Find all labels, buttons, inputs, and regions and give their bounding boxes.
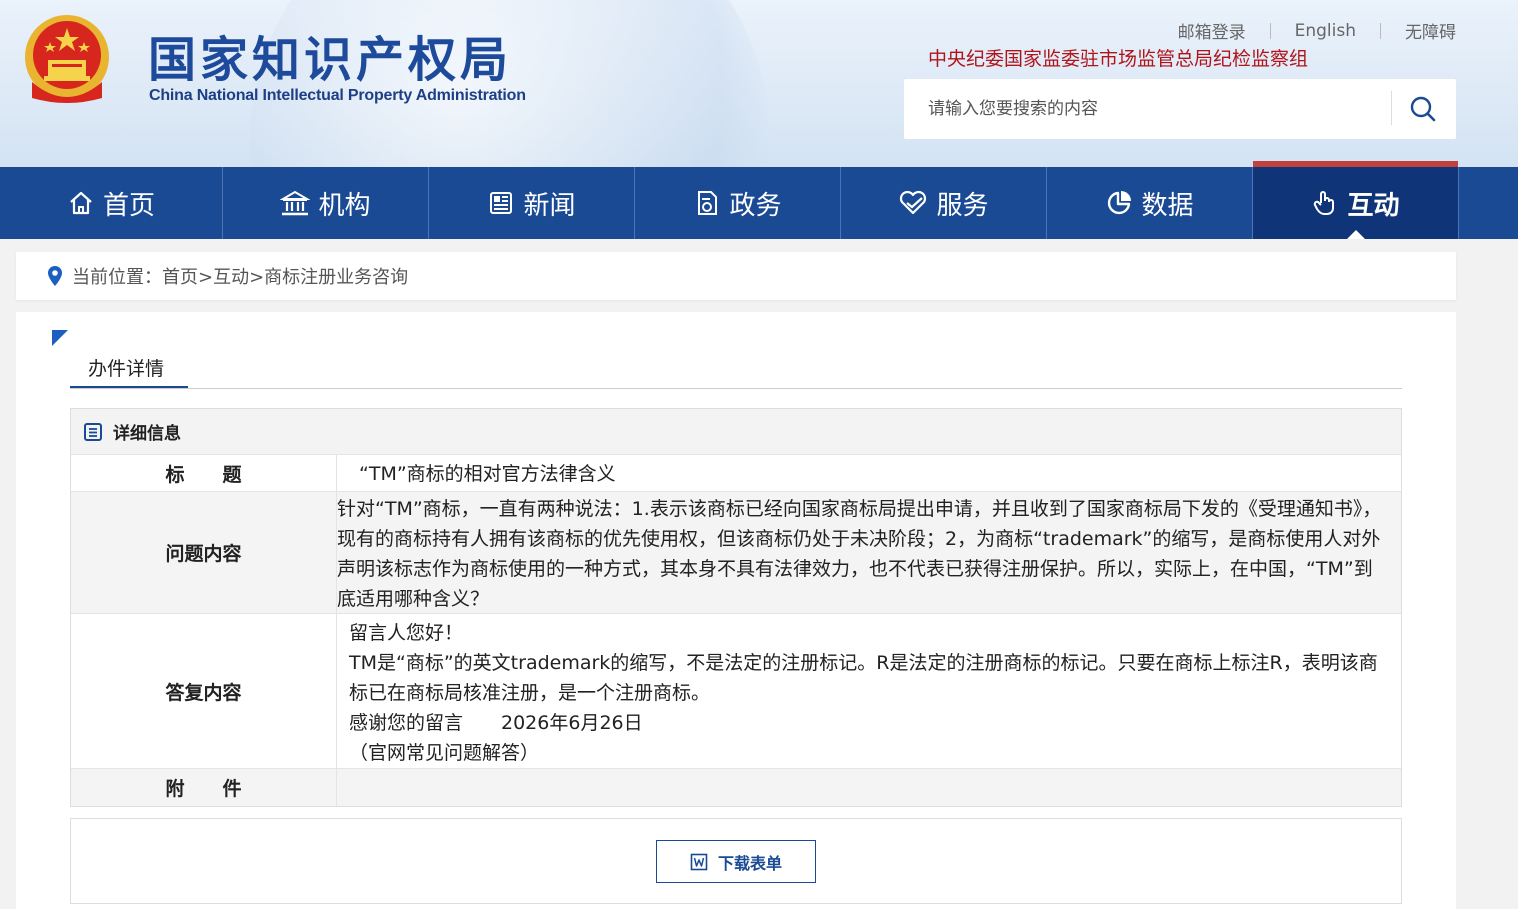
link-divider bbox=[1380, 22, 1381, 39]
answer-line: 感谢您的留言 2026年6月26日 bbox=[349, 712, 643, 734]
nav-item-news[interactable]: 新闻 bbox=[429, 167, 635, 239]
national-emblem-icon bbox=[25, 15, 109, 103]
nav-item-label: 服务 bbox=[936, 190, 989, 221]
english-link[interactable]: English bbox=[1295, 21, 1356, 41]
mail-login-link[interactable]: 邮箱登录 bbox=[1178, 18, 1246, 43]
detail-header: 详细信息 bbox=[71, 409, 1401, 455]
nav-item-institution[interactable]: 机构 bbox=[223, 167, 429, 239]
tab-case-details[interactable]: 办件详情 bbox=[70, 354, 188, 388]
download-form-button[interactable]: 下载表单 bbox=[656, 840, 816, 883]
hand-pointer-icon bbox=[1314, 191, 1335, 215]
title-label: 标 题 bbox=[71, 455, 337, 491]
nav-item-label: 互动 bbox=[1347, 190, 1400, 221]
discipline-group-link[interactable]: 中央纪委国家监委驻市场监管总局纪检监察组 bbox=[928, 44, 1308, 71]
detail-table: 详细信息 标 题 “TM”商标的相对官方法律含义 问题内容 针对“TM”商标，一… bbox=[70, 408, 1402, 807]
table-row: 标 题 “TM”商标的相对官方法律含义 bbox=[71, 455, 1401, 492]
nav-item-label: 数据 bbox=[1141, 190, 1194, 221]
home-icon bbox=[70, 191, 92, 215]
nav-item-government[interactable]: 政务 bbox=[635, 167, 841, 239]
question-label: 问题内容 bbox=[71, 492, 337, 613]
question-value: 针对“TM”商标，一直有两种说法：1.表示该商标已经向国家商标局提出申请，并且收… bbox=[337, 498, 1382, 610]
location-pin-icon bbox=[48, 266, 62, 286]
search-input[interactable] bbox=[928, 79, 1388, 139]
nav-item-label: 政务 bbox=[729, 190, 782, 221]
list-icon bbox=[84, 422, 102, 441]
search-divider bbox=[1391, 91, 1392, 125]
nav-item-label: 首页 bbox=[102, 190, 155, 221]
nav-item-interaction[interactable]: 互动 bbox=[1253, 161, 1459, 239]
accessibility-link[interactable]: 无障碍 bbox=[1405, 18, 1456, 43]
link-divider bbox=[1269, 22, 1271, 39]
search-button[interactable] bbox=[1400, 89, 1446, 129]
news-icon bbox=[490, 192, 513, 214]
answer-line: TM是“商标”的英文trademark的缩写，不是法定的注册标记。R是法定的注册… bbox=[349, 652, 1378, 704]
top-links: 邮箱登录 English 无障碍 bbox=[1178, 18, 1456, 44]
nav-item-label: 机构 bbox=[318, 190, 371, 221]
search-bar bbox=[904, 79, 1456, 139]
pie-chart-icon bbox=[1108, 191, 1132, 215]
nav-item-data[interactable]: 数据 bbox=[1047, 167, 1253, 239]
corner-marker bbox=[52, 330, 68, 346]
site-logo-cn[interactable]: 国家知识产权局 bbox=[148, 20, 512, 90]
answer-line: 留言人您好！ bbox=[349, 622, 464, 644]
site-logo-en[interactable]: China National Intellectual Property Adm… bbox=[149, 87, 526, 105]
title-value: “TM”商标的相对官方法律含义 bbox=[359, 463, 616, 485]
institution-icon bbox=[280, 190, 311, 216]
site-header: 国家知识产权局 China National Intellectual Prop… bbox=[0, 0, 1518, 167]
nav-filler bbox=[1459, 167, 1518, 239]
attachment-label: 附 件 bbox=[71, 769, 337, 806]
table-row: 附 件 bbox=[71, 769, 1401, 806]
heart-service-icon bbox=[900, 190, 927, 215]
nav-item-home[interactable]: 首页 bbox=[0, 167, 223, 239]
breadcrumb: 当前位置：首页>互动>商标注册业务咨询 bbox=[16, 252, 1456, 300]
search-icon bbox=[1410, 96, 1436, 122]
content-panel: 办件详情 详细信息 标 题 “TM”商标的相对官方法律含义 问题内容 针对“TM… bbox=[16, 312, 1456, 909]
download-label: 下载表单 bbox=[717, 853, 782, 873]
answer-label: 答复内容 bbox=[71, 614, 337, 768]
word-file-icon bbox=[690, 853, 708, 870]
download-area: 下载表单 bbox=[70, 818, 1402, 904]
table-row: 问题内容 针对“TM”商标，一直有两种说法：1.表示该商标已经向国家商标局提出申… bbox=[71, 492, 1401, 614]
document-icon bbox=[698, 191, 718, 215]
table-row: 答复内容 留言人您好！ TM是“商标”的英文trademark的缩写，不是法定的… bbox=[71, 614, 1401, 769]
answer-line: （官网常见问题解答） bbox=[349, 742, 540, 764]
attachment-value bbox=[337, 769, 1401, 806]
breadcrumb-text[interactable]: 当前位置：首页>互动>商标注册业务咨询 bbox=[72, 263, 408, 289]
detail-header-label: 详细信息 bbox=[113, 424, 181, 444]
answer-value: 留言人您好！ TM是“商标”的英文trademark的缩写，不是法定的注册标记。… bbox=[337, 614, 1401, 768]
main-nav: 首页 机构 新闻 政务 服务 数据 互动 bbox=[0, 161, 1518, 239]
nav-item-label: 新闻 bbox=[523, 190, 576, 221]
nav-item-service[interactable]: 服务 bbox=[841, 167, 1047, 239]
tab-divider bbox=[70, 388, 1402, 389]
